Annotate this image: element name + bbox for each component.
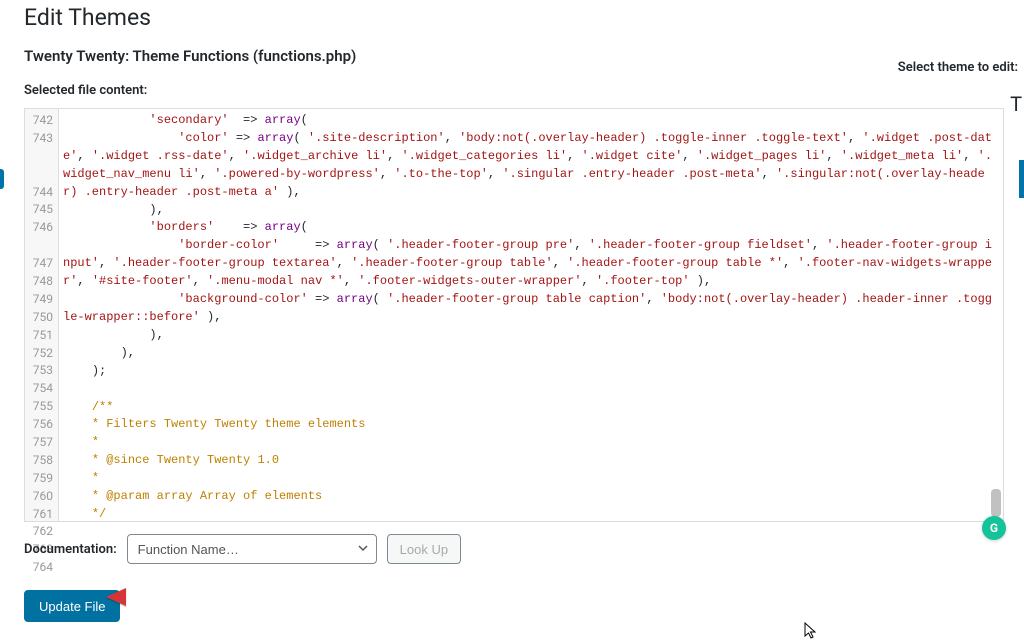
- function-select[interactable]: Function Name…: [127, 534, 377, 564]
- main-content: Edit Themes Twenty Twenty: Theme Functio…: [0, 4, 1024, 622]
- documentation-label: Documentation:: [24, 542, 117, 557]
- selected-file-label: Selected file content:: [24, 83, 1004, 98]
- theme-letter: T: [1010, 92, 1022, 116]
- annotation-arrow-icon: [106, 586, 166, 608]
- documentation-row: Documentation: Function Name… Look Up: [24, 534, 1004, 564]
- line-number-gutter: 742743 744745746 74774874975075175275375…: [25, 109, 59, 521]
- select-theme-label: Select theme to edit:: [898, 60, 1018, 75]
- code-editor[interactable]: 742743 744745746 74774874975075175275375…: [24, 108, 1004, 522]
- function-select-wrap: Function Name…: [127, 534, 377, 564]
- scrollbar-thumb[interactable]: [991, 489, 1001, 517]
- grammarly-badge-icon[interactable]: G: [982, 516, 1006, 540]
- lookup-button[interactable]: Look Up: [387, 534, 461, 564]
- code-area[interactable]: 'secondary' => array( 'color' => array( …: [59, 109, 1003, 521]
- page-title: Edit Themes: [24, 4, 1004, 31]
- file-heading: Twenty Twenty: Theme Functions (function…: [24, 47, 1004, 65]
- mouse-cursor-icon: [804, 622, 818, 640]
